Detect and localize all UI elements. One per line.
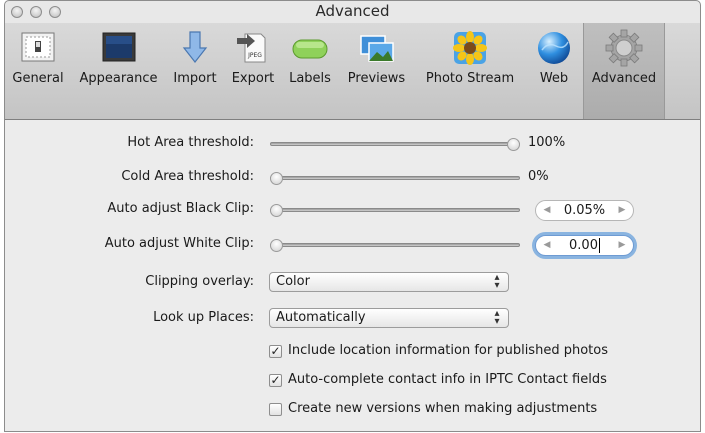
look-up-places-label: Look up Places:	[153, 310, 254, 325]
web-globe-icon	[538, 32, 570, 64]
toolbar-item-previews[interactable]: Previews	[338, 23, 415, 119]
hot-area-value: 100%	[528, 135, 566, 150]
text-cursor	[598, 238, 600, 253]
toolbar-item-advanced[interactable]: Advanced	[583, 23, 665, 119]
toolbar-item-labels[interactable]: Labels	[282, 23, 338, 119]
white-clip-label: Auto adjust White Clip:	[104, 236, 254, 251]
general-switch-icon	[21, 32, 55, 62]
auto-complete-label[interactable]: Auto-complete contact info in IPTC Conta…	[288, 372, 607, 387]
toolbar-item-general[interactable]: General	[5, 23, 71, 119]
hot-area-slider[interactable]	[270, 142, 520, 146]
look-up-places-selected: Automatically	[276, 310, 366, 325]
clipping-overlay-selected: Color	[276, 274, 310, 289]
black-clip-stepper[interactable]: ◀ 0.05% ▶	[535, 200, 634, 221]
hot-area-slider-thumb[interactable]	[507, 138, 520, 151]
gear-icon	[605, 29, 643, 67]
popup-arrows-icon: ▴ ▾	[494, 308, 500, 327]
preferences-toolbar: General Appearance Import JPEG Export La…	[5, 23, 700, 120]
black-clip-value[interactable]: 0.05%	[564, 203, 605, 218]
white-clip-stepper[interactable]: ◀ 0.00 ▶	[535, 235, 634, 256]
include-location-label[interactable]: Include location information for publish…	[288, 343, 608, 358]
cold-area-label: Cold Area threshold:	[121, 169, 254, 184]
label-tag-icon	[292, 39, 328, 59]
cold-area-value: 0%	[528, 169, 549, 184]
previews-icon	[359, 35, 394, 62]
import-arrow-icon	[182, 31, 208, 63]
black-clip-increment-arrow[interactable]: ▶	[618, 206, 626, 215]
toolbar-item-photo-stream[interactable]: Photo Stream	[415, 23, 525, 119]
clipping-overlay-label: Clipping overlay:	[145, 274, 254, 289]
create-versions-checkbox[interactable]	[269, 403, 282, 416]
black-clip-decrement-arrow[interactable]: ◀	[543, 206, 551, 215]
cold-area-slider[interactable]	[270, 176, 520, 180]
window-title: Advanced	[315, 2, 390, 20]
cold-area-slider-thumb[interactable]	[270, 172, 283, 185]
white-clip-value[interactable]: 0.00	[569, 238, 598, 253]
white-clip-increment-arrow[interactable]: ▶	[618, 241, 626, 250]
advanced-settings-panel: Hot Area threshold: 100% Cold Area thres…	[5, 120, 700, 431]
export-jpeg-icon: JPEG	[237, 33, 266, 63]
white-clip-decrement-arrow[interactable]: ◀	[543, 241, 551, 250]
toolbar-item-export[interactable]: JPEG Export	[224, 23, 282, 119]
monitor-icon	[102, 32, 135, 62]
toolbar-item-web[interactable]: Web	[525, 23, 583, 119]
white-clip-slider[interactable]	[270, 243, 520, 247]
toolbar-item-import[interactable]: Import	[166, 23, 224, 119]
popup-arrows-icon: ▴ ▾	[494, 272, 500, 291]
look-up-places-popup[interactable]: Automatically ▴ ▾	[269, 308, 509, 328]
auto-complete-checkbox[interactable]: ✓	[269, 374, 282, 387]
white-clip-slider-thumb[interactable]	[270, 239, 283, 252]
photo-stream-sunflower-icon	[453, 31, 487, 65]
hot-area-label: Hot Area threshold:	[127, 135, 254, 150]
black-clip-label: Auto adjust Black Clip:	[107, 201, 254, 216]
toolbar-item-appearance[interactable]: Appearance	[71, 23, 166, 119]
include-location-checkbox[interactable]: ✓	[269, 345, 282, 358]
clipping-overlay-popup[interactable]: Color ▴ ▾	[269, 272, 509, 292]
title-bar: Advanced	[5, 1, 700, 23]
preferences-window: Advanced General Appearance Import JPEG …	[4, 0, 701, 432]
create-versions-label[interactable]: Create new versions when making adjustme…	[288, 401, 597, 416]
black-clip-slider-thumb[interactable]	[270, 204, 283, 217]
black-clip-slider[interactable]	[270, 208, 520, 212]
svg-text:JPEG: JPEG	[247, 52, 262, 59]
